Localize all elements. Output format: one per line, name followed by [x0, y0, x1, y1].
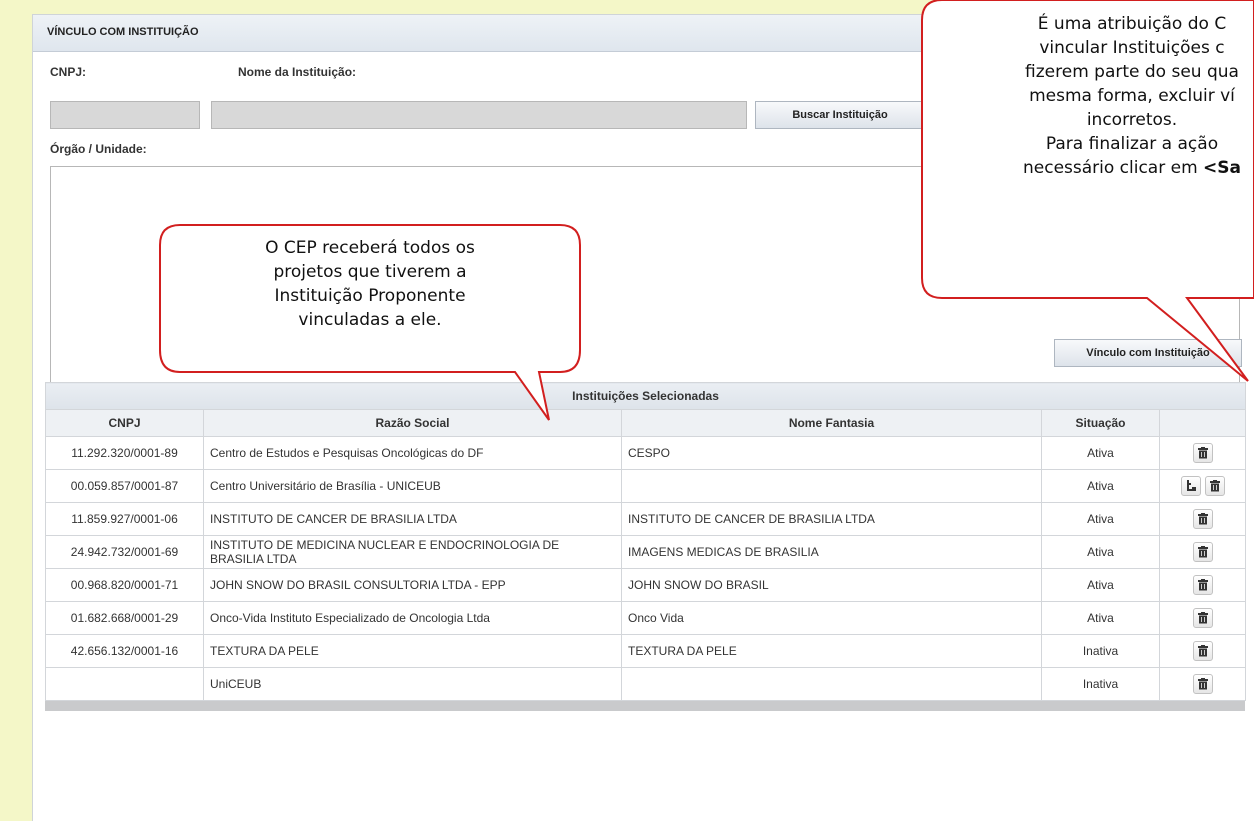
vinculo-instituicao-button[interactable]: Vínculo com Instituição [1054, 339, 1242, 367]
callout-line: O CEP receberá todos os [265, 238, 475, 258]
situacao-cell: Ativa [1041, 535, 1160, 569]
delete-icon[interactable] [1192, 443, 1213, 463]
nome-instituicao-label: Nome da Instituição: [238, 65, 357, 79]
col-header-nome-fantasia: Nome Fantasia [621, 409, 1042, 437]
table-row: 01.682.668/0001-29 Onco-Vida Instituto Es… [45, 601, 1247, 635]
col-header-cnpj: CNPJ [45, 409, 204, 437]
razao-social-cell: Onco-Vida Instituto Especializado de Onc… [203, 601, 622, 635]
delete-icon[interactable] [1192, 674, 1213, 694]
nome-fantasia-cell: Onco Vida [621, 601, 1042, 635]
nome-fantasia-cell [621, 667, 1042, 701]
nome-fantasia-cell: TEXTURA DA PELE [621, 634, 1042, 668]
left-callout-text: O CEP receberá todos os projetos que tiv… [160, 236, 580, 332]
cnpj-label: CNPJ: [50, 65, 87, 79]
table-row: 11.292.320/0001-89 Centro de Estudos e Pe… [45, 436, 1247, 470]
cnpj-cell: 00.968.820/0001-71 [45, 568, 204, 602]
cnpj-cell: 00.059.857/0001-87 [45, 469, 204, 503]
callout-line: vinculadas a ele. [298, 310, 442, 330]
table-row: 24.942.732/0001-69 INSTITUTO DE MEDICINA … [45, 535, 1247, 569]
callout-line: necessário clicar em <Sa [922, 156, 1254, 180]
cnpj-input[interactable] [50, 101, 200, 129]
table-footer-bar [45, 701, 1245, 711]
callout-line: É uma atribuição do C [922, 12, 1254, 36]
razao-social-cell: TEXTURA DA PELE [203, 634, 622, 668]
actions-cell [1158, 634, 1247, 668]
nome-fantasia-cell: CESPO [621, 436, 1042, 470]
callout-line-text: incorretos. [1086, 110, 1178, 130]
razao-social-cell: JOHN SNOW DO BRASIL CONSULTORIA LTDA - E… [203, 568, 622, 602]
hierarchy-icon[interactable] [1180, 476, 1201, 496]
nome-instituicao-input[interactable] [211, 101, 747, 129]
callout-line: vincular Instituições c [922, 36, 1254, 60]
situacao-cell: Ativa [1041, 601, 1160, 635]
razao-social-cell: Centro Universitário de Brasília - UNICE… [203, 469, 622, 503]
cnpj-cell: 01.682.668/0001-29 [45, 601, 204, 635]
nome-fantasia-cell: INSTITUTO DE CANCER DE BRASILIA LTDA [621, 502, 1042, 536]
actions-cell [1158, 601, 1247, 635]
callout-line-text: mesma forma, excluir ví [1029, 86, 1235, 106]
callout-line-text: fizerem parte do seu qua [1025, 62, 1239, 82]
situacao-cell: Ativa [1041, 436, 1160, 470]
col-header-razao-social: Razão Social [203, 409, 622, 437]
callout-line-text: necessário clicar em [1022, 158, 1204, 178]
cnpj-cell: 42.656.132/0001-16 [45, 634, 204, 668]
situacao-cell: Ativa [1041, 469, 1160, 503]
situacao-cell: Inativa [1041, 667, 1160, 701]
col-header-situacao: Situação [1041, 409, 1160, 437]
callout-line: Para finalizar a ação [922, 132, 1254, 156]
situacao-cell: Ativa [1041, 568, 1160, 602]
nome-fantasia-cell: IMAGENS MEDICAS DE BRASILIA [621, 535, 1042, 569]
callout-line: fizerem parte do seu qua [922, 60, 1254, 84]
cnpj-cell: 24.942.732/0001-69 [45, 535, 204, 569]
delete-icon[interactable] [1192, 641, 1213, 661]
delete-icon[interactable] [1192, 542, 1213, 562]
delete-icon[interactable] [1192, 575, 1213, 595]
nome-fantasia-cell [621, 469, 1042, 503]
callout-line: projetos que tiverem a [273, 262, 467, 282]
table-row: UniCEUB Inativa [45, 667, 1247, 701]
nome-fantasia-cell: JOHN SNOW DO BRASIL [621, 568, 1042, 602]
cnpj-cell [45, 667, 204, 701]
col-header-actions [1158, 409, 1247, 437]
instituicoes-table: Instituições Selecionadas CNPJ Razão Soci… [44, 382, 1247, 701]
delete-icon[interactable] [1192, 608, 1213, 628]
table-row: 00.059.857/0001-87 Centro Universitário d… [45, 469, 1247, 503]
section-title: VÍNCULO COM INSTITUIÇÃO [47, 26, 199, 38]
razao-social-cell: Centro de Estudos e Pesquisas Oncológica… [203, 436, 622, 470]
cnpj-cell: 11.292.320/0001-89 [45, 436, 204, 470]
actions-cell [1158, 535, 1247, 569]
orgao-unidade-label: Órgão / Unidade: [50, 142, 147, 156]
delete-icon[interactable] [1204, 476, 1225, 496]
callout-line-text: vincular Instituições c [1039, 38, 1225, 58]
buscar-instituicao-button[interactable]: Buscar Instituição [755, 101, 925, 129]
table-row: 00.968.820/0001-71 JOHN SNOW DO BRASIL CO… [45, 568, 1247, 602]
callout-line: incorretos. [922, 108, 1254, 132]
situacao-cell: Ativa [1041, 502, 1160, 536]
table-row: 11.859.927/0001-06 INSTITUTO DE CANCER DE… [45, 502, 1247, 536]
actions-cell [1158, 502, 1247, 536]
razao-social-cell: UniCEUB [203, 667, 622, 701]
table-caption: Instituições Selecionadas [44, 382, 1247, 410]
right-callout-text: É uma atribuição do C vincular Instituiçõ… [922, 12, 1254, 180]
table-row: 42.656.132/0001-16 TEXTURA DA PELE TEXTURA… [45, 634, 1247, 668]
callout-line-text: É uma atribuição do C [1037, 14, 1227, 34]
cnpj-cell: 11.859.927/0001-06 [45, 502, 204, 536]
delete-icon[interactable] [1192, 509, 1213, 529]
situacao-cell: Inativa [1041, 634, 1160, 668]
razao-social-cell: INSTITUTO DE MEDICINA NUCLEAR E ENDOCRIN… [203, 535, 622, 569]
actions-cell [1158, 568, 1247, 602]
razao-social-cell: INSTITUTO DE CANCER DE BRASILIA LTDA [203, 502, 622, 536]
callout-line-text: Para finalizar a ação [1045, 134, 1219, 154]
callout-line-bold: <Sa [1203, 158, 1242, 178]
actions-cell [1158, 667, 1247, 701]
actions-cell [1158, 436, 1247, 470]
callout-line: mesma forma, excluir ví [922, 84, 1254, 108]
actions-cell [1158, 469, 1247, 503]
callout-line: Instituição Proponente [274, 286, 466, 306]
